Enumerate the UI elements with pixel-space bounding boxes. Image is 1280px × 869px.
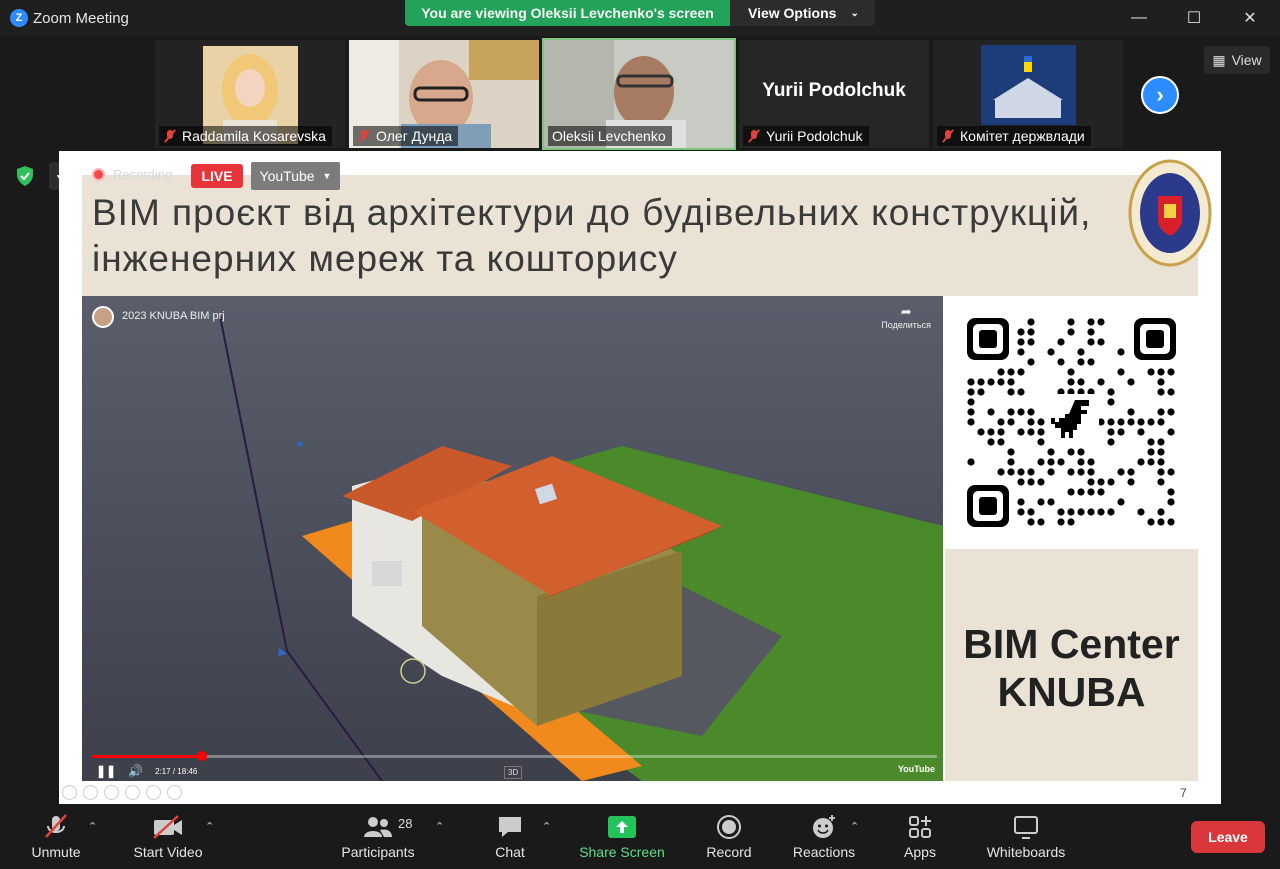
meeting-toolbar: Unmute ⌃ Start Video ⌃ Participants 28 ⌃… <box>0 806 1280 869</box>
prev-slide-icon[interactable] <box>62 785 77 800</box>
share-screen-button[interactable]: Share Screen <box>578 806 666 869</box>
apps-button[interactable]: Apps <box>899 806 941 869</box>
next-page-button[interactable]: › <box>1141 76 1179 114</box>
recording-dot-icon <box>92 168 105 181</box>
participant-name: Oleksii Levchenko <box>548 126 672 146</box>
minimize-icon[interactable]: — <box>1129 8 1149 28</box>
video-title[interactable]: 2023 KNUBA BIM prj <box>122 310 225 322</box>
reactions-button[interactable]: Reactions <box>790 806 858 869</box>
leave-button[interactable]: Leave <box>1191 821 1265 853</box>
participant-name: Raddamila Kosarevska <box>159 126 332 146</box>
view-label: View <box>1231 52 1262 68</box>
share-screen-icon <box>607 810 637 844</box>
more-icon[interactable] <box>167 785 182 800</box>
participant-tile[interactable]: Raddamila Kosarevska <box>155 40 345 148</box>
zoom-icon[interactable] <box>146 785 161 800</box>
view-options-button[interactable]: View Options ⌄ <box>730 0 875 26</box>
whiteboards-button[interactable]: Whiteboards <box>980 806 1072 869</box>
video-progress-fill <box>92 755 202 758</box>
window-title: Zoom Meeting <box>33 10 129 27</box>
livestream-dropdown[interactable]: YouTube ▼ <box>251 162 340 190</box>
share-arrow-icon: ➦ <box>900 304 912 319</box>
video-badge: 3D <box>504 766 523 779</box>
video-time: 2:17 / 18:46 <box>155 766 198 776</box>
caret-down-icon: ▼ <box>322 171 332 181</box>
slide-title: ВІМ проєкт від архітектури до будівельни… <box>92 192 1092 279</box>
mic-off-icon <box>357 129 371 143</box>
reactions-caret-icon[interactable]: ⌃ <box>850 820 859 833</box>
zoom-logo-icon: Z <box>10 9 28 27</box>
video-frame-3d-house <box>82 296 943 781</box>
participants-icon <box>362 810 394 844</box>
chat-icon <box>496 810 524 844</box>
slides-grid-icon[interactable] <box>125 785 140 800</box>
slide-page-number: 7 <box>1180 786 1187 800</box>
view-options-label: View Options <box>748 5 837 21</box>
youtube-logo[interactable]: YouTube <box>898 764 935 774</box>
record-button[interactable]: Record <box>703 806 755 869</box>
mic-off-icon <box>42 810 70 844</box>
zoom-window: Z Zoom Meeting — ☐ ✕ You are viewing Ole… <box>0 0 1280 869</box>
encryption-shield-icon[interactable] <box>12 163 38 189</box>
mic-off-icon <box>747 129 761 143</box>
channel-avatar[interactable] <box>92 306 114 328</box>
mic-off-icon <box>163 129 177 143</box>
record-icon <box>716 810 742 844</box>
apps-icon <box>907 810 933 844</box>
participant-tile[interactable]: Олег Дунда <box>349 40 539 148</box>
slide-navigation <box>62 785 182 800</box>
bim-center-label: BIM Center KNUBA <box>963 621 1180 715</box>
video-share-button[interactable]: ➦ Поделиться <box>881 304 931 330</box>
next-slide-icon[interactable] <box>83 785 98 800</box>
participant-tile[interactable]: Yurii Podolchuk Yurii Podolchuk <box>739 40 929 148</box>
chat-button[interactable]: Chat <box>490 806 530 869</box>
volume-icon[interactable]: 🔊 <box>128 764 143 778</box>
video-controls: ❚❚ 🔊 2:17 / 18:46 <box>96 764 197 778</box>
video-off-icon <box>152 810 184 844</box>
participants-caret-icon[interactable]: ⌃ <box>435 820 444 833</box>
pen-icon[interactable] <box>104 785 119 800</box>
view-button[interactable]: ▦ View <box>1204 46 1270 74</box>
maximize-icon[interactable]: ☐ <box>1184 8 1204 28</box>
participant-name: Yurii Podolchuk <box>743 126 869 146</box>
recording-indicator: Recording <box>92 167 172 182</box>
viewing-banner: You are viewing Oleksii Levchenko's scre… <box>405 0 730 26</box>
video-scrubber-knob[interactable] <box>196 751 207 761</box>
participant-tile[interactable]: Комітет держвлади <box>933 40 1123 148</box>
participants-count: 28 <box>398 816 413 831</box>
pause-icon[interactable]: ❚❚ <box>96 764 116 778</box>
chevron-down-icon: ⌄ <box>850 7 859 19</box>
smiley-icon <box>810 810 838 844</box>
university-seal-icon <box>1128 159 1212 267</box>
participant-tile-active[interactable]: Oleksii Levchenko <box>542 38 736 150</box>
chat-caret-icon[interactable]: ⌃ <box>542 820 551 833</box>
chevron-right-icon: › <box>1156 82 1164 107</box>
embedded-video-player[interactable]: 2023 KNUBA BIM prj ➦ Поделиться ❚❚ 🔊 2:17… <box>82 296 943 781</box>
close-icon[interactable]: ✕ <box>1240 8 1260 28</box>
video-options-caret-icon[interactable]: ⌃ <box>205 820 214 833</box>
video-progress-bar[interactable] <box>92 751 937 761</box>
start-video-button[interactable]: Start Video <box>128 806 208 869</box>
live-badge[interactable]: LIVE <box>191 164 243 188</box>
audio-options-caret-icon[interactable]: ⌃ <box>88 820 97 833</box>
participant-name: Комітет держвлади <box>937 126 1091 146</box>
qr-code-icon <box>967 318 1176 527</box>
qr-code-panel <box>945 296 1198 549</box>
grid-icon: ▦ <box>1212 51 1226 68</box>
participant-name: Олег Дунда <box>353 126 459 146</box>
mic-off-icon <box>941 129 955 143</box>
unmute-button[interactable]: Unmute <box>22 806 90 869</box>
whiteboard-icon <box>1012 810 1040 844</box>
participant-big-name: Yurii Podolchuk <box>762 80 906 101</box>
